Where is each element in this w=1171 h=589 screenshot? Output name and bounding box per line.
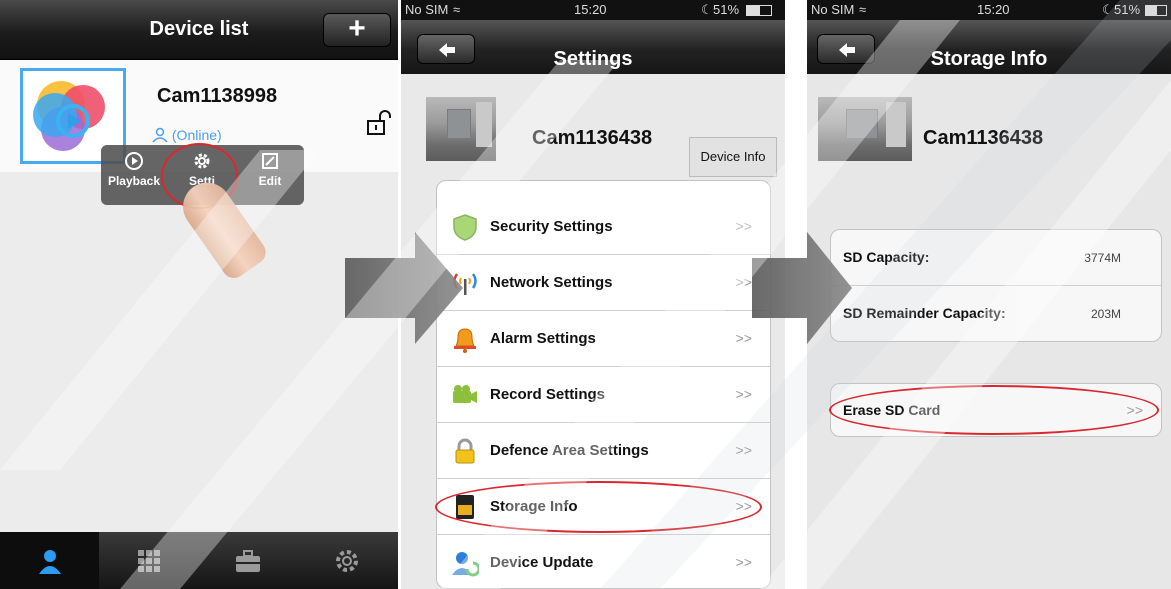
device-name: Cam1136438 [532,127,653,149]
grid-icon [137,549,160,572]
list-item-label: Record Settings [490,386,606,403]
moon-icon: ☾ [701,2,713,17]
right-arrow-icon [752,232,852,344]
moon-icon: ☾ [1102,2,1114,17]
right-arrow-icon [345,232,463,344]
chevron-icon: >> [735,218,752,234]
edit-icon [262,153,278,169]
chevron-icon: >> [735,442,752,458]
list-item[interactable]: Device Update >> [437,535,770,589]
update-icon [452,552,479,577]
page-title: Storage Info [930,48,1048,70]
chevron-icon: >> [735,274,752,290]
navigation-bar: Device list + [0,0,398,60]
tab-grid[interactable] [99,532,198,589]
sd-capacity-row: SD Capacity: 3774M [831,230,1161,286]
status-time: 15:20 [574,2,607,17]
list-item[interactable]: Defence Area Settings >> [437,423,770,479]
highlight-circle [435,481,762,533]
list-item[interactable]: Network Settings >> [437,255,770,311]
video-camera-icon [453,385,477,403]
wifi-icon: ≈ [453,2,461,17]
battery-text: 51% [1114,2,1141,17]
sd-remainder-row: SD Remainder Capacity: 203M [831,286,1161,342]
status-bar: No SIM ≈ 15:20 ☾ 51% [807,0,1171,20]
list-item[interactable]: Security Settings >> [437,199,770,255]
playback-label: Playback [107,174,161,188]
device-name: Cam1138998 [157,85,278,107]
page-title: Settings [553,48,633,70]
list-item-label: Defence Area Settings [490,442,649,459]
tab-bar [0,532,398,589]
play-icon [125,152,143,170]
list-item[interactable]: Alarm Settings >> [437,311,770,367]
gear-icon [335,549,358,572]
contacts-icon [38,549,61,574]
storage-info-screen: No SIM ≈ 15:20 ☾ 51% Storage Info Cam113… [807,0,1171,589]
chevron-icon: >> [735,554,752,570]
user-icon [152,127,168,143]
tab-toolbox[interactable] [198,532,297,589]
carrier-text: No SIM [405,2,449,17]
toolbox-icon [235,549,260,572]
sd-capacity-label: SD Capacity: [843,249,930,265]
chevron-icon: >> [735,386,752,402]
highlight-circle [829,385,1159,435]
unlock-icon[interactable] [365,110,391,136]
list-item-label: Alarm Settings [490,330,596,347]
storage-info-card: SD Capacity: 3774M SD Remainder Capacity… [830,229,1162,342]
list-item-label: Network Settings [490,274,613,291]
list-item-label: Security Settings [490,218,613,235]
device-name: Cam1136438 [923,127,1044,149]
sd-capacity-value: 3774M [1084,251,1121,265]
edit-label: Edit [258,174,282,188]
battery-icon [1145,5,1167,16]
sd-remainder-value: 203M [1090,307,1121,321]
sd-remainder-label: SD Remainder Capacity: [843,305,1006,321]
status-time: 15:20 [977,2,1010,17]
battery-text: 51% [713,2,740,17]
tab-settings[interactable] [297,532,396,589]
chevron-icon: >> [735,330,752,346]
device-list-screen: Device list + Cam1138998 (Online) Playba… [0,0,398,589]
list-item-label: Device Update [490,554,594,571]
camera-snapshot [818,97,912,161]
playback-button[interactable]: Playback [101,145,167,205]
tab-contacts[interactable] [0,532,99,589]
add-device-button[interactable]: + [323,13,391,47]
device-status: (Online) [152,127,222,143]
carrier-text: No SIM [811,2,855,17]
device-info-button[interactable]: Device Info [689,137,777,177]
device-status-text: (Online) [171,127,222,143]
battery-icon [746,5,772,16]
lock-icon [455,438,475,464]
edit-button[interactable]: Edit [237,145,303,205]
status-bar: No SIM ≈ 15:20 ☾ 51% [401,0,785,20]
camera-snapshot [426,97,496,161]
wifi-icon: ≈ [859,2,867,17]
list-item[interactable]: Record Settings >> [437,367,770,423]
